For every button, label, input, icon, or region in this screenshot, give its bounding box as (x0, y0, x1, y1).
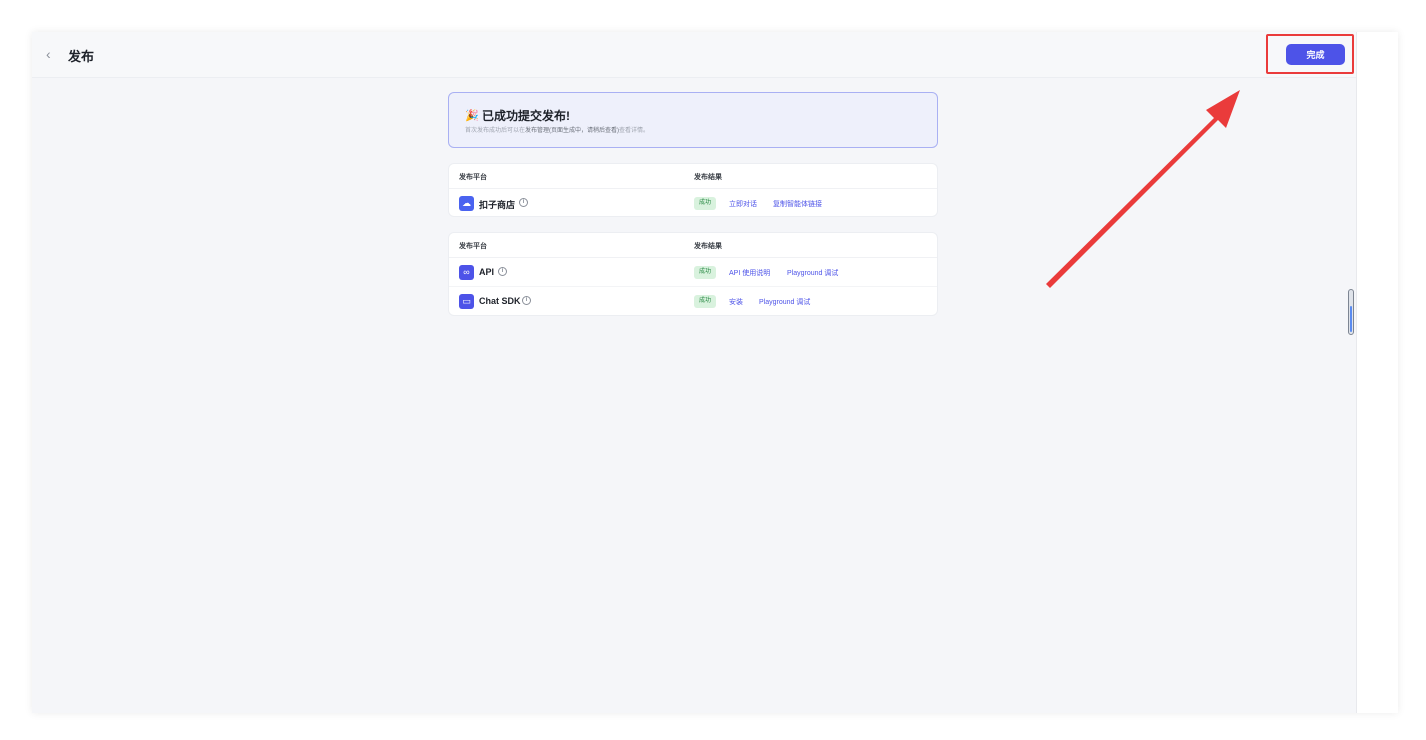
install-link[interactable]: 安装 (729, 297, 743, 307)
platform-name: Chat SDK (479, 296, 521, 306)
chat-window-icon: ▭ (459, 294, 474, 309)
right-rail (1356, 32, 1398, 713)
info-icon[interactable]: i (498, 267, 507, 276)
col-platform-header: 发布平台 (459, 243, 487, 250)
col-result-header: 发布结果 (694, 243, 722, 250)
info-icon[interactable]: i (519, 198, 528, 207)
store-icon: ☁ (459, 196, 474, 211)
banner-title: 已成功提交发布! (482, 109, 570, 123)
table-header: 发布平台 发布结果 (449, 164, 937, 189)
store-publish-table: 发布平台 发布结果 ☁ 扣子商店 i 成功 立即对话 复制智能体链接 (448, 163, 938, 217)
api-docs-link[interactable]: API 使用说明 (729, 268, 770, 278)
api-publish-table: 发布平台 发布结果 ∞ API i 成功 API 使用说明 Playground… (448, 232, 938, 316)
success-banner: 🎉 已成功提交发布! 首次发布成功后可以在发布管理(页面生成中，请稍后查看)查看… (448, 92, 938, 148)
done-button[interactable]: 完成 (1286, 44, 1345, 65)
table-row: ▭ Chat SDK i 成功 安装 Playground 调试 (449, 287, 937, 316)
playground-debug-link[interactable]: Playground 调试 (759, 297, 810, 307)
page-header: ‹ 发布 完成 (32, 32, 1356, 78)
page-title: 发布 (68, 49, 95, 64)
table-row: ∞ API i 成功 API 使用说明 Playground 调试 (449, 258, 937, 287)
chevron-left-icon[interactable]: ‹ (46, 46, 58, 62)
scrollbar[interactable] (1348, 289, 1354, 335)
col-platform-header: 发布平台 (459, 174, 487, 181)
playground-debug-link[interactable]: Playground 调试 (787, 268, 838, 278)
party-popper-icon: 🎉 (465, 110, 479, 122)
link-icon: ∞ (459, 265, 474, 280)
info-icon[interactable]: i (522, 296, 531, 305)
banner-description: 首次发布成功后可以在发布管理(页面生成中，请稍后查看)查看详情。 (465, 128, 650, 134)
copy-agent-link[interactable]: 复制智能体链接 (773, 199, 822, 209)
col-result-header: 发布结果 (694, 174, 722, 181)
platform-name: API (479, 267, 495, 277)
status-badge: 成功 (694, 295, 717, 308)
table-header: 发布平台 发布结果 (449, 233, 937, 258)
publish-window: ‹ 发布 完成 🎉 已成功提交发布! 首次发布成功后可以在发布管理(页面生成中，… (32, 32, 1398, 713)
table-row: ☁ 扣子商店 i 成功 立即对话 复制智能体链接 (449, 189, 937, 218)
publish-management-link[interactable]: 发布管理(页面生成中，请稍后查看) (525, 128, 619, 134)
status-badge: 成功 (694, 266, 717, 279)
status-badge: 成功 (694, 197, 717, 210)
platform-name: 扣子商店 (479, 200, 516, 210)
chat-now-link[interactable]: 立即对话 (729, 199, 757, 209)
